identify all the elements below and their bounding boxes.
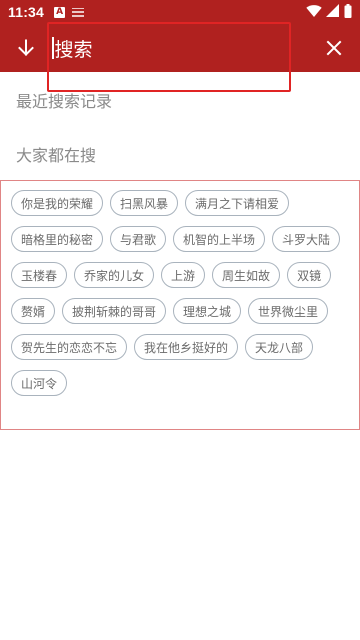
hot-tag[interactable]: 周生如故 [212,262,281,288]
hot-tag[interactable]: 上游 [161,262,206,288]
search-placeholder: 搜索 [54,38,93,61]
notification-a-icon: A [54,6,66,18]
hot-tag[interactable]: 与君歌 [110,226,167,252]
hot-tag[interactable]: 斗罗大陆 [272,226,341,252]
battery-icon [344,4,352,18]
hot-tag[interactable]: 赘婿 [11,298,56,324]
hot-tag[interactable]: 乔家的儿女 [74,262,155,288]
hot-tag[interactable]: 双镜 [287,262,332,288]
hot-tag[interactable]: 披荆斩棘的哥哥 [62,298,167,324]
search-toolbar: 搜索 [0,24,360,72]
hot-tag[interactable]: 你是我的荣耀 [11,190,104,216]
wifi-icon [306,5,322,17]
hot-tag[interactable]: 理想之城 [173,298,242,324]
hot-tag[interactable]: 天龙八部 [245,334,314,360]
notification-lines-icon [72,7,85,17]
text-cursor [52,37,54,59]
hot-tag[interactable]: 满月之下请相爱 [185,190,290,216]
hot-tag[interactable]: 我在他乡挺好的 [134,334,239,360]
close-button[interactable] [316,30,352,66]
hot-searches-title: 大家都在搜 [16,146,97,165]
status-bar: 11:34 A [0,0,360,24]
hot-tag[interactable]: 机智的上半场 [173,226,266,252]
hot-tag[interactable]: 暗格里的秘密 [11,226,104,252]
hot-tags-container: 你是我的荣耀 扫黑风暴 满月之下请相爱 暗格里的秘密 与君歌 机智的上半场 斗罗… [0,180,360,430]
back-button[interactable] [8,30,44,66]
hot-tag[interactable]: 扫黑风暴 [110,190,179,216]
recent-searches-title: 最近搜索记录 [16,92,113,111]
search-input[interactable]: 搜索 [52,28,284,68]
hot-tag[interactable]: 世界微尘里 [248,298,329,324]
signal-icon [326,4,339,17]
close-icon [326,40,342,56]
status-time: 11:34 [8,4,45,20]
hot-tag[interactable]: 贺先生的恋恋不忘 [11,334,128,360]
hot-tag[interactable]: 玉楼春 [11,262,68,288]
hot-tag[interactable]: 山河令 [11,370,68,396]
arrow-down-icon [18,39,34,56]
status-icons [306,4,352,18]
